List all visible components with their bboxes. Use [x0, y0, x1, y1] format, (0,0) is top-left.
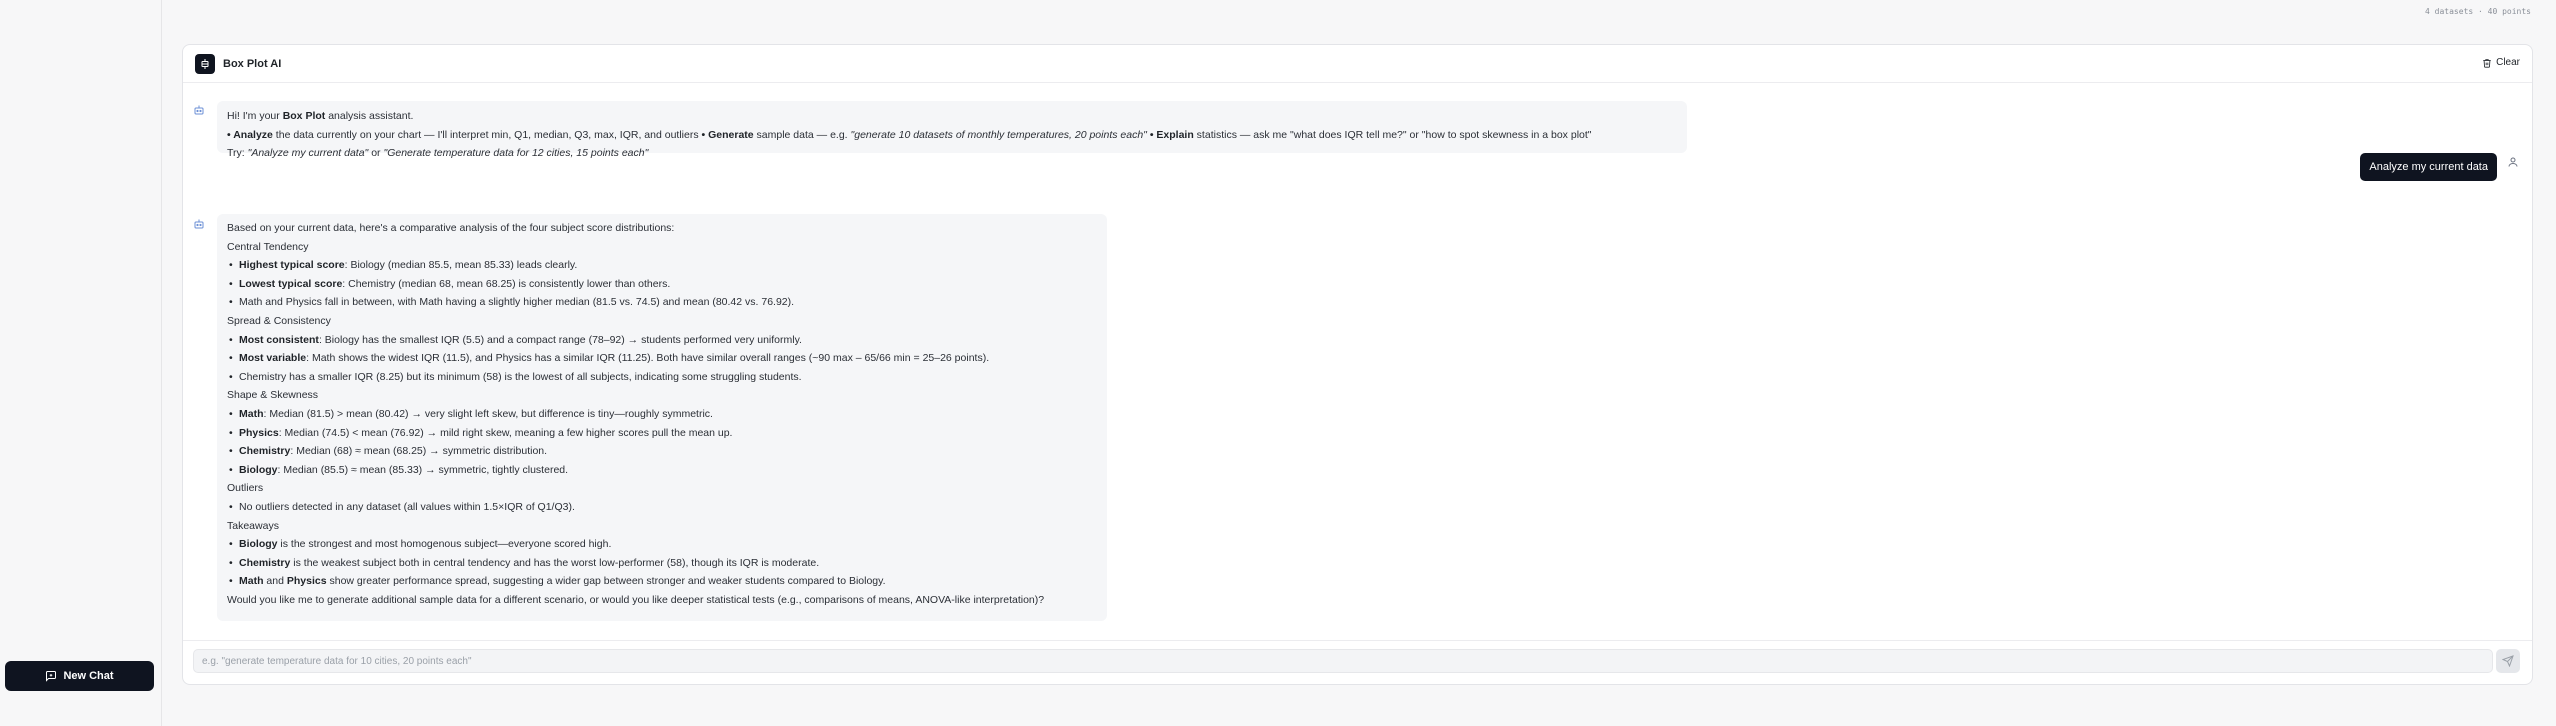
trash-icon	[2483, 58, 2491, 68]
chat-title: Box Plot AI	[223, 57, 282, 70]
dataset-stat: 4 datasets · 40 points	[2425, 7, 2531, 16]
clear-button[interactable]: Clear	[2482, 57, 2520, 68]
clear-label: Clear	[2496, 57, 2520, 68]
box-plot-logo-icon	[195, 53, 215, 74]
user-icon	[2507, 155, 2519, 167]
list-item: No outliers detected in any dataset (all…	[227, 498, 1097, 517]
list-item: Chemistry is the weakest subject both in…	[227, 554, 1097, 573]
analysis-closing: Would you like me to generate additional…	[227, 593, 1045, 606]
intro-greeting: Hi! I'm your Box Plot analysis assistant…	[227, 110, 414, 122]
send-button[interactable]	[2496, 649, 2520, 673]
sidebar: New Chat	[0, 0, 162, 726]
section-heading: Takeaways	[227, 519, 279, 532]
section-heading: Shape & Skewness	[227, 389, 319, 402]
list-item: Lowest typical score: Chemistry (median …	[227, 275, 1097, 294]
list-item: Math: Median (81.5) > mean (80.42) → ver…	[227, 405, 1097, 424]
chat-panel: Box Plot AI Clear Hi! I'm your Box Plot …	[182, 44, 2533, 685]
analysis-intro: Based on your current data, here's a com…	[227, 222, 675, 234]
chat-header: Box Plot AI Clear	[183, 45, 2532, 83]
assistant-analysis-message: Based on your current data, here's a com…	[217, 214, 1107, 621]
composer	[183, 640, 2532, 686]
message-square-icon	[46, 671, 57, 682]
new-chat-label: New Chat	[63, 670, 114, 682]
bot-icon	[193, 103, 205, 115]
list-item: Biology: Median (85.5) ≈ mean (85.33) → …	[227, 461, 1097, 480]
list-item: Physics: Median (74.5) < mean (76.92) → …	[227, 424, 1097, 443]
message-input[interactable]	[193, 649, 2493, 673]
list-item: Math and Physics show greater performanc…	[227, 572, 1097, 591]
section-heading: Spread & Consistency	[227, 314, 331, 327]
user-message: Analyze my current data	[2360, 153, 2497, 181]
send-icon	[2502, 655, 2514, 667]
section-heading: Central Tendency	[227, 240, 309, 253]
list-item: Most variable: Math shows the widest IQR…	[227, 349, 1097, 368]
list-item: Math and Physics fall in between, with M…	[227, 293, 1097, 312]
new-chat-button[interactable]: New Chat	[5, 661, 154, 691]
section-heading: Outliers	[227, 482, 264, 495]
list-item: Chemistry has a smaller IQR (8.25) but i…	[227, 368, 1097, 387]
message-list: Hi! I'm your Box Plot analysis assistant…	[183, 84, 2532, 634]
list-item: Highest typical score: Biology (median 8…	[227, 256, 1097, 275]
assistant-intro-message: Hi! I'm your Box Plot analysis assistant…	[217, 101, 1687, 159]
list-item: Most consistent: Biology has the smalles…	[227, 331, 1097, 350]
list-item: Biology is the strongest and most homoge…	[227, 535, 1097, 554]
intro-try: Try: "Analyze my current data" or "Gener…	[227, 147, 649, 159]
intro-capabilities: • Analyze the data currently on your cha…	[227, 128, 1592, 141]
list-item: Chemistry: Median (68) ≈ mean (68.25) → …	[227, 442, 1097, 461]
bot-icon	[193, 217, 205, 229]
